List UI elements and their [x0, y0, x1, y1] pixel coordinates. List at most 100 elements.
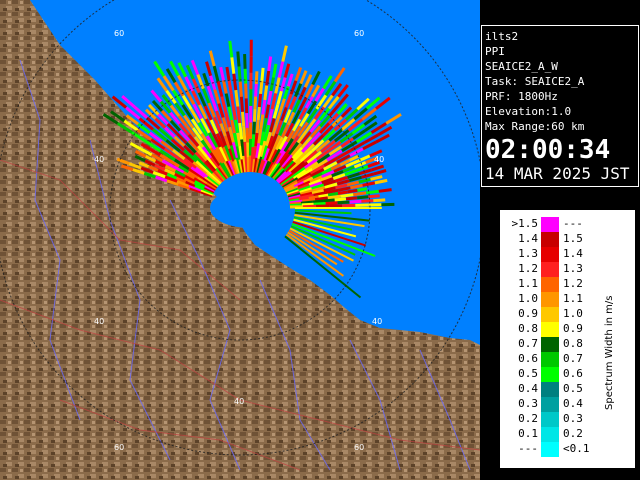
- echo-segment: [368, 194, 380, 199]
- legend-row: >1.5 ---: [512, 217, 583, 232]
- echo-segment: [257, 93, 263, 108]
- echo-segment: [245, 113, 249, 128]
- legend-high-label: 0.3: [563, 412, 583, 425]
- ring-label: 60: [114, 29, 124, 38]
- echo-segment: [347, 188, 358, 194]
- legend-row: 0.5 0.6: [518, 367, 583, 382]
- echo-segment: [337, 200, 350, 205]
- ring-label: 40: [374, 155, 384, 164]
- echo-segment: [244, 83, 248, 99]
- echo-segment: [243, 68, 248, 84]
- legend-row: 1.1 1.2: [518, 277, 583, 292]
- echo-segment: [327, 194, 341, 200]
- legend-low-label: ---: [518, 442, 538, 455]
- echo-segment: [345, 196, 358, 201]
- echo-segment: [325, 201, 338, 205]
- legend-swatch: [541, 397, 559, 412]
- info-panel: ilts2 PPI SEAICE2_A_W Task: SEAICE2_A PR…: [481, 25, 639, 187]
- legend-swatch: [541, 442, 559, 457]
- legend-row: 1.0 1.1: [518, 292, 583, 307]
- radar-center: [210, 188, 290, 228]
- legend-high-label: 1.2: [563, 277, 583, 290]
- legend-low-label: 0.8: [518, 322, 538, 335]
- legend-row: 0.8 0.9: [518, 322, 583, 337]
- echo-segment: [312, 199, 324, 204]
- legend-high-label: 0.7: [563, 352, 583, 365]
- legend-low-label: 0.4: [518, 382, 538, 395]
- legend-high-label: 1.5: [563, 232, 583, 245]
- echo-segment: [318, 193, 329, 199]
- echo-segment: [239, 96, 244, 112]
- legend-high-label: 0.9: [563, 322, 583, 335]
- legend-swatch: [541, 217, 559, 232]
- echo-segment: [260, 67, 265, 82]
- legend-high-label: 0.5: [563, 382, 583, 395]
- echo-segment: [246, 157, 251, 173]
- legend-low-label: 0.3: [518, 397, 538, 410]
- echo-segment: [257, 128, 263, 144]
- echo-segment: [337, 190, 348, 195]
- legend-low-label: 0.6: [518, 352, 538, 365]
- legend-swatch: [541, 262, 559, 277]
- echo-segment: [236, 106, 242, 124]
- scan-mode: PPI: [485, 45, 505, 58]
- legend-swatch: [541, 277, 559, 292]
- legend-low-label: 0.5: [518, 367, 538, 380]
- legend-row: 0.2 0.3: [518, 412, 583, 427]
- legend-high-label: 1.1: [563, 292, 583, 305]
- task-name: Task: SEAICE2_A: [485, 75, 585, 88]
- echo-segment: [232, 73, 238, 91]
- legend-row: 0.7 0.8: [518, 337, 583, 352]
- ring-label: 60: [354, 443, 364, 452]
- scan-time: 02:00:34: [485, 135, 611, 165]
- echo-segment: [254, 83, 258, 97]
- product-name: SEAICE2_A_W: [485, 60, 558, 73]
- legend-swatch: [541, 382, 559, 397]
- legend-swatch: [541, 247, 559, 262]
- echo-segment: [256, 106, 261, 121]
- echo-segment: [259, 114, 265, 130]
- echo-segment: [251, 134, 256, 147]
- echo-segment: [334, 197, 347, 202]
- echo-segment: [230, 57, 236, 74]
- legend-low-label: 1.3: [518, 247, 538, 260]
- legend-row: 1.3 1.4: [518, 247, 583, 262]
- prf-value: PRF: 1800Hz: [485, 90, 558, 103]
- echo-segment: [373, 198, 386, 203]
- echo-segment: [361, 199, 374, 203]
- echo-segment: [357, 195, 369, 200]
- legend-swatch: [541, 322, 559, 337]
- echo-segment: [229, 93, 235, 107]
- echo-segment: [225, 66, 231, 81]
- elevation-value: Elevation:1.0: [485, 105, 572, 118]
- echo-segment: [340, 193, 354, 198]
- echo-segment: [245, 127, 250, 143]
- legend-row: 0.9 1.0: [518, 307, 583, 322]
- legend-low-label: 1.4: [518, 232, 538, 245]
- legend-low-label: 1.2: [518, 262, 538, 275]
- echo-segment: [252, 109, 257, 122]
- legend-row: 0.4 0.5: [518, 382, 583, 397]
- echo-segment: [236, 51, 241, 67]
- echo-segment: [353, 191, 367, 197]
- echo-segment: [357, 187, 368, 192]
- radar-ppi-display[interactable]: 60 60 40 40 40 40 60 60 40: [0, 0, 480, 480]
- color-legend: >1.5 --- 1.4 1.5 1.3 1.4 1.2 1.3 1.1 1.2 1.0 1.1 0.9…: [499, 209, 636, 469]
- ring-label: 40: [234, 397, 244, 406]
- echo-segment: [244, 98, 249, 114]
- scan-date: 14 MAR 2025 JST: [485, 164, 630, 183]
- ring-label: 60: [354, 29, 364, 38]
- legend-swatch: [541, 232, 559, 247]
- legend-swatch: [541, 427, 559, 442]
- echo-segment: [259, 80, 264, 95]
- legend-low-label: 0.1: [518, 427, 538, 440]
- legend-row: 0.6 0.7: [518, 352, 583, 367]
- echo-segment: [349, 199, 362, 204]
- legend-row: 0.3 0.4: [518, 397, 583, 412]
- legend-low-label: 1.1: [518, 277, 538, 290]
- echo-segment: [323, 198, 335, 203]
- echo-segment: [365, 189, 379, 195]
- legend-high-label: 0.2: [563, 427, 583, 440]
- legend-low-label: 1.0: [518, 292, 538, 305]
- legend-high-label: 0.8: [563, 337, 583, 350]
